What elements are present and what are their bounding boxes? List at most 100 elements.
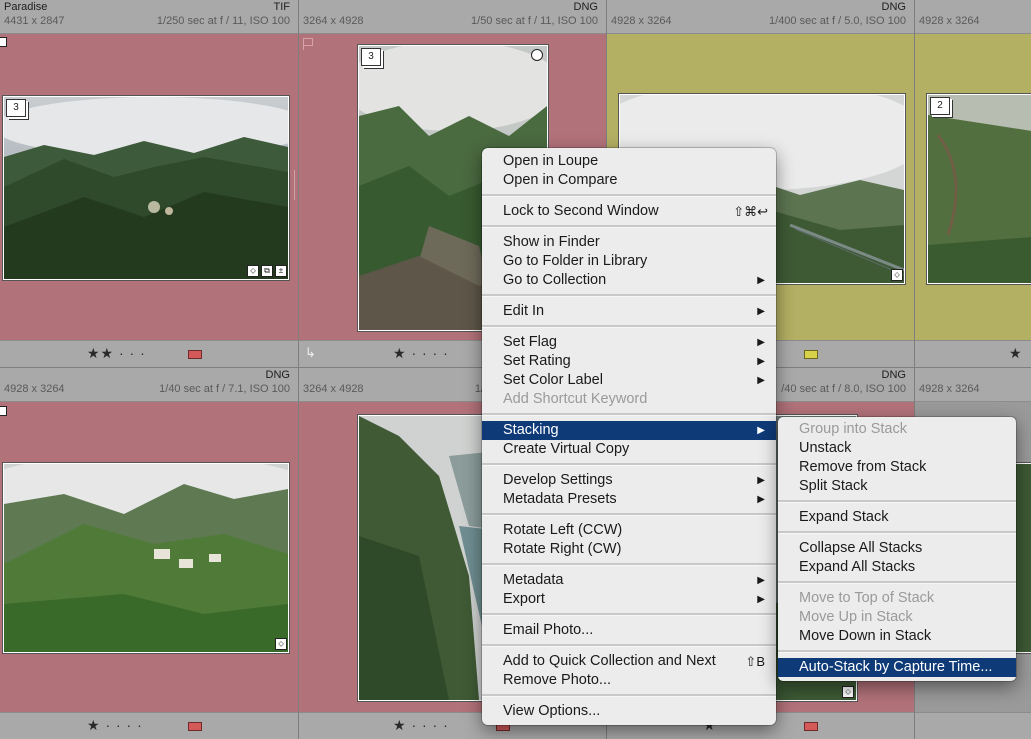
stack-count-badge[interactable]: 3 [6,99,26,117]
cell-header: DNG 3264 x 4928 1/50 sec at f / 11, ISO … [299,0,606,34]
menu-metadata-presets[interactable]: Metadata Presets ▶ [482,490,776,509]
menu-separator [482,194,776,197]
menu-label: Add Shortcut Keyword [503,391,648,407]
select-checkbox[interactable] [0,406,7,416]
cell-dimensions: 4928 x 3264 [919,15,980,27]
cell-dimensions: 4928 x 3264 [611,15,672,27]
grid-cell-4[interactable]: 4928 x 3264 2 ★ [915,0,1031,367]
grid-cell-1[interactable]: Paradise TIF 4431 x 2847 1/250 sec at f … [0,0,298,367]
keyword-icon: ⬦ [842,686,854,698]
menu-stacking[interactable]: Stacking ▶ [482,421,776,440]
cell-header: DNG 4928 x 3264 1/40 sec at f / 7.1, ISO… [0,368,298,402]
stack-count-badge[interactable]: 3 [361,48,381,66]
menu-open-in-loupe[interactable]: Open in Loupe [482,152,776,171]
menu-separator [482,644,776,647]
menu-metadata[interactable]: Metadata ▶ [482,571,776,590]
submenu-auto-stack-by-capture-time[interactable]: Auto-Stack by Capture Time... [778,658,1016,677]
menu-label: Go to Folder in Library [503,253,648,269]
menu-label: Split Stack [799,478,868,494]
photo-thumbnail[interactable]: ⬦ [3,463,289,653]
menu-separator [482,613,776,616]
menu-label: View Options... [503,703,601,719]
crop-icon: ⧉ [261,265,273,277]
menu-remove-photo[interactable]: Remove Photo... [482,671,776,690]
menu-add-to-quick-collection[interactable]: Add to Quick Collection and Next ⇧B [482,652,776,671]
menu-show-in-finder[interactable]: Show in Finder [482,233,776,252]
menu-create-virtual-copy[interactable]: Create Virtual Copy [482,440,776,459]
menu-label: Open in Loupe [503,153,599,169]
color-label-red[interactable] [188,350,202,359]
cell-format: DNG [265,369,290,381]
submenu-remove-from-stack[interactable]: Remove from Stack [778,458,1016,477]
menu-separator [482,294,776,297]
menu-label: Stacking [503,422,559,438]
menu-separator [482,463,776,466]
menu-view-options[interactable]: View Options... [482,702,776,721]
submenu-move-down[interactable]: Move Down in Stack [778,627,1016,646]
quick-collection-circle-icon[interactable] [531,49,543,61]
menu-go-to-collection[interactable]: Go to Collection ▶ [482,271,776,290]
cell-dimensions: 3264 x 4928 [303,15,364,27]
cell-title: Paradise [4,1,48,13]
menu-label: Move to Top of Stack [799,590,935,606]
cell-dimensions: 4431 x 2847 [4,15,65,27]
menu-set-color-label[interactable]: Set Color Label ▶ [482,371,776,390]
menu-label: Group into Stack [799,421,907,437]
menu-label: Export [503,591,545,607]
menu-separator [482,694,776,697]
submenu-arrow-icon: ▶ [757,306,765,317]
menu-rotate-left[interactable]: Rotate Left (CCW) [482,521,776,540]
menu-set-rating[interactable]: Set Rating ▶ [482,352,776,371]
menu-label: Show in Finder [503,234,600,250]
cell-format: DNG [881,1,906,13]
photo-thumbnail[interactable]: 2 [927,94,1031,284]
star-rating[interactable]: ★★ · · · [0,345,298,362]
menu-go-to-folder[interactable]: Go to Folder in Library [482,252,776,271]
menu-separator [482,413,776,416]
menu-label: Expand Stack [799,509,889,525]
menu-separator [778,500,1016,503]
submenu-expand-all-stacks[interactable]: Expand All Stacks [778,558,1016,577]
cell-dimensions: 4928 x 3264 [4,383,65,395]
color-label-red[interactable] [804,722,818,731]
menu-label: Develop Settings [503,472,613,488]
menu-label: Move Up in Stack [799,609,913,625]
star-rating[interactable]: ★ [915,345,1031,362]
star-rating[interactable]: ★ · · · · [0,717,298,734]
submenu-arrow-icon: ▶ [757,375,765,386]
stack-count-badge[interactable]: 2 [930,97,950,115]
menu-set-flag[interactable]: Set Flag ▶ [482,333,776,352]
menu-label: Auto-Stack by Capture Time... [799,659,993,675]
stacking-submenu: Group into Stack Unstack Remove from Sta… [778,417,1016,681]
cell-footer: ★ [915,340,1031,367]
submenu-collapse-all-stacks[interactable]: Collapse All Stacks [778,539,1016,558]
context-menu: Open in Loupe Open in Compare Lock to Se… [482,148,776,725]
select-checkbox[interactable] [0,37,7,47]
grid-cell-5[interactable]: DNG 4928 x 3264 1/40 sec at f / 7.1, ISO… [0,368,298,739]
color-label-red[interactable] [188,722,202,731]
resize-grip[interactable] [294,170,298,200]
menu-rotate-right[interactable]: Rotate Right (CW) [482,540,776,559]
menu-export[interactable]: Export ▶ [482,590,776,609]
menu-label: Collapse All Stacks [799,540,923,556]
menu-label: Metadata Presets [503,491,617,507]
menu-open-in-compare[interactable]: Open in Compare [482,171,776,190]
submenu-unstack[interactable]: Unstack [778,439,1016,458]
menu-email-photo[interactable]: Email Photo... [482,621,776,640]
menu-label: Expand All Stacks [799,559,916,575]
menu-label: Open in Compare [503,172,618,188]
submenu-expand-stack[interactable]: Expand Stack [778,508,1016,527]
menu-label: Set Color Label [503,372,603,388]
menu-develop-settings[interactable]: Develop Settings ▶ [482,471,776,490]
keyword-icon: ⬦ [891,269,903,281]
photo-thumbnail[interactable]: 3 ⬦ ⧉ ± [3,96,289,280]
cell-format: DNG [881,369,906,381]
submenu-split-stack[interactable]: Split Stack [778,477,1016,496]
submenu-arrow-icon: ▶ [757,425,765,436]
menu-edit-in[interactable]: Edit In ▶ [482,302,776,321]
develop-icon: ± [275,265,287,277]
color-label-yellow[interactable] [804,350,818,359]
submenu-arrow-icon: ▶ [757,494,765,505]
menu-lock-to-second-window[interactable]: Lock to Second Window ⇧⌘↩ [482,202,776,221]
flag-icon[interactable] [303,38,314,50]
